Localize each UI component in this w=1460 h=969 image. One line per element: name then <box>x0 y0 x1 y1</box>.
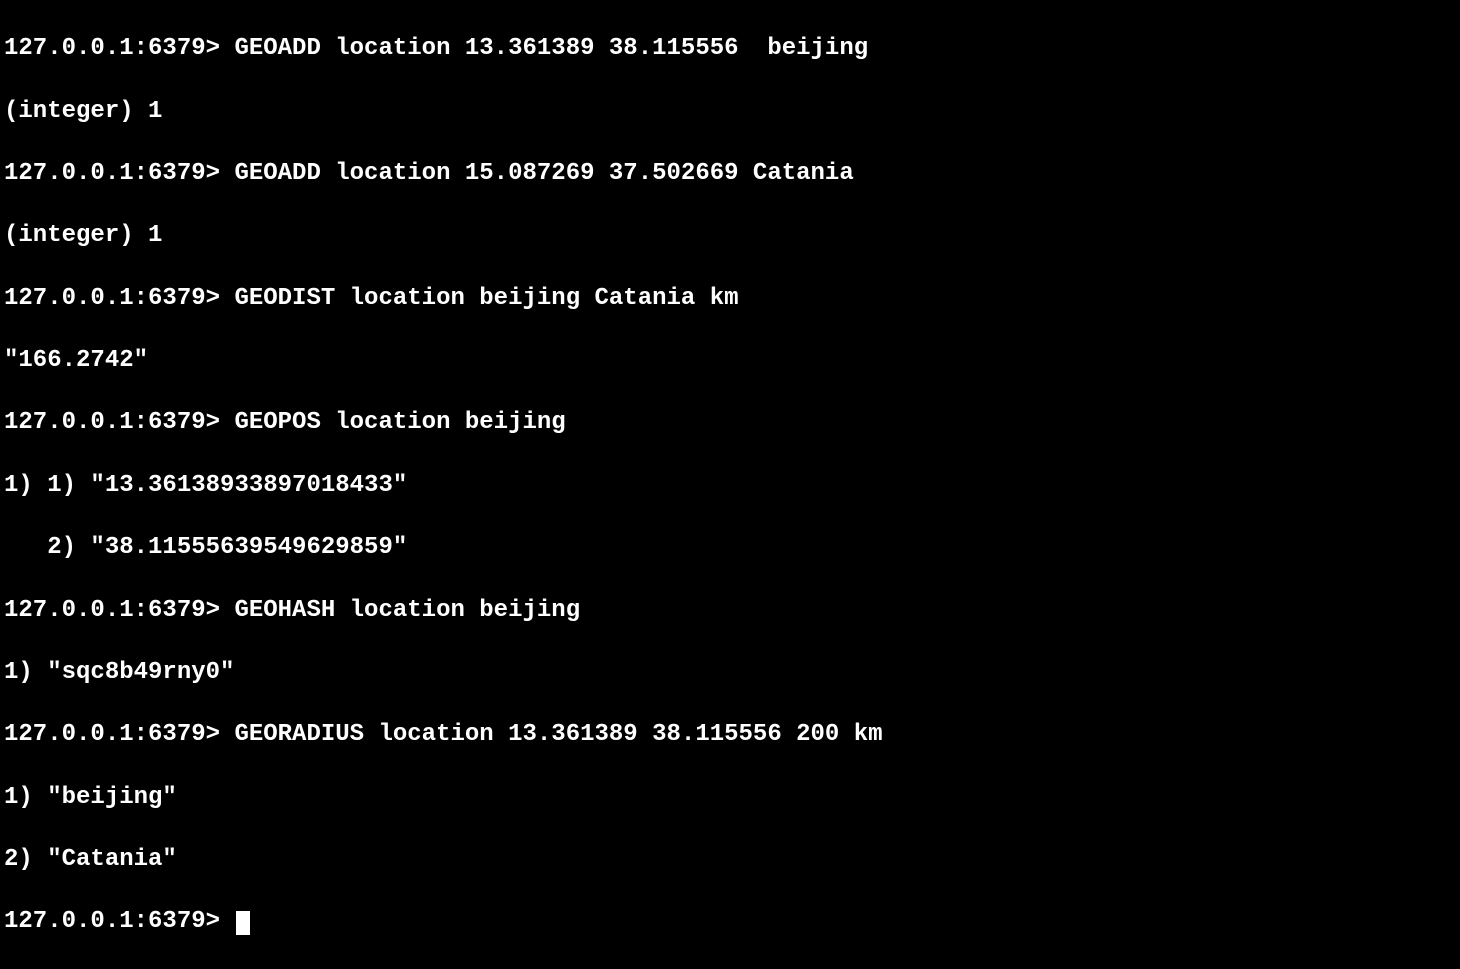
command-output: 2) "38.11555639549629859" <box>4 534 407 561</box>
command-input: GEOADD location 15.087269 37.502669 Cata… <box>234 160 853 187</box>
command-input: GEOPOS location beijing <box>234 409 565 436</box>
prompt: 127.0.0.1:6379> <box>4 721 234 748</box>
command-input: GEOADD location 13.361389 38.115556 beij… <box>234 35 868 62</box>
terminal-line: 127.0.0.1:6379> GEORADIUS location 13.36… <box>4 719 1456 750</box>
command-output: (integer) 1 <box>4 98 162 125</box>
terminal-line: 2) "38.11555639549629859" <box>4 532 1456 563</box>
terminal-line: (integer) 1 <box>4 96 1456 127</box>
command-output: 1) "beijing" <box>4 784 177 811</box>
terminal-line: 127.0.0.1:6379> <box>4 906 1456 937</box>
terminal-output[interactable]: 127.0.0.1:6379> GEOADD location 13.36138… <box>4 2 1456 969</box>
terminal-line: 2) "Catania" <box>4 844 1456 875</box>
terminal-line: "166.2742" <box>4 345 1456 376</box>
terminal-line: 127.0.0.1:6379> GEOHASH location beijing <box>4 595 1456 626</box>
terminal-line: (integer) 1 <box>4 220 1456 251</box>
prompt: 127.0.0.1:6379> <box>4 35 234 62</box>
terminal-line: 1) "sqc8b49rny0" <box>4 657 1456 688</box>
command-input: GEOHASH location beijing <box>234 597 580 624</box>
prompt: 127.0.0.1:6379> <box>4 160 234 187</box>
cursor-icon <box>236 911 250 935</box>
terminal-line: 127.0.0.1:6379> GEOADD location 15.08726… <box>4 158 1456 189</box>
command-input: GEODIST location beijing Catania km <box>234 285 738 312</box>
prompt: 127.0.0.1:6379> <box>4 908 234 935</box>
terminal-line: 127.0.0.1:6379> GEOADD location 13.36138… <box>4 33 1456 64</box>
prompt: 127.0.0.1:6379> <box>4 409 234 436</box>
terminal-line: 127.0.0.1:6379> GEOPOS location beijing <box>4 407 1456 438</box>
command-output: "166.2742" <box>4 347 148 374</box>
terminal-line: 1) "beijing" <box>4 782 1456 813</box>
terminal-line: 1) 1) "13.36138933897018433" <box>4 470 1456 501</box>
command-output: 1) "sqc8b49rny0" <box>4 659 234 686</box>
command-output: 1) 1) "13.36138933897018433" <box>4 472 407 499</box>
prompt: 127.0.0.1:6379> <box>4 285 234 312</box>
terminal-line: 127.0.0.1:6379> GEODIST location beijing… <box>4 283 1456 314</box>
prompt: 127.0.0.1:6379> <box>4 597 234 624</box>
command-input: GEORADIUS location 13.361389 38.115556 2… <box>234 721 882 748</box>
command-output: (integer) 1 <box>4 222 162 249</box>
command-output: 2) "Catania" <box>4 846 177 873</box>
